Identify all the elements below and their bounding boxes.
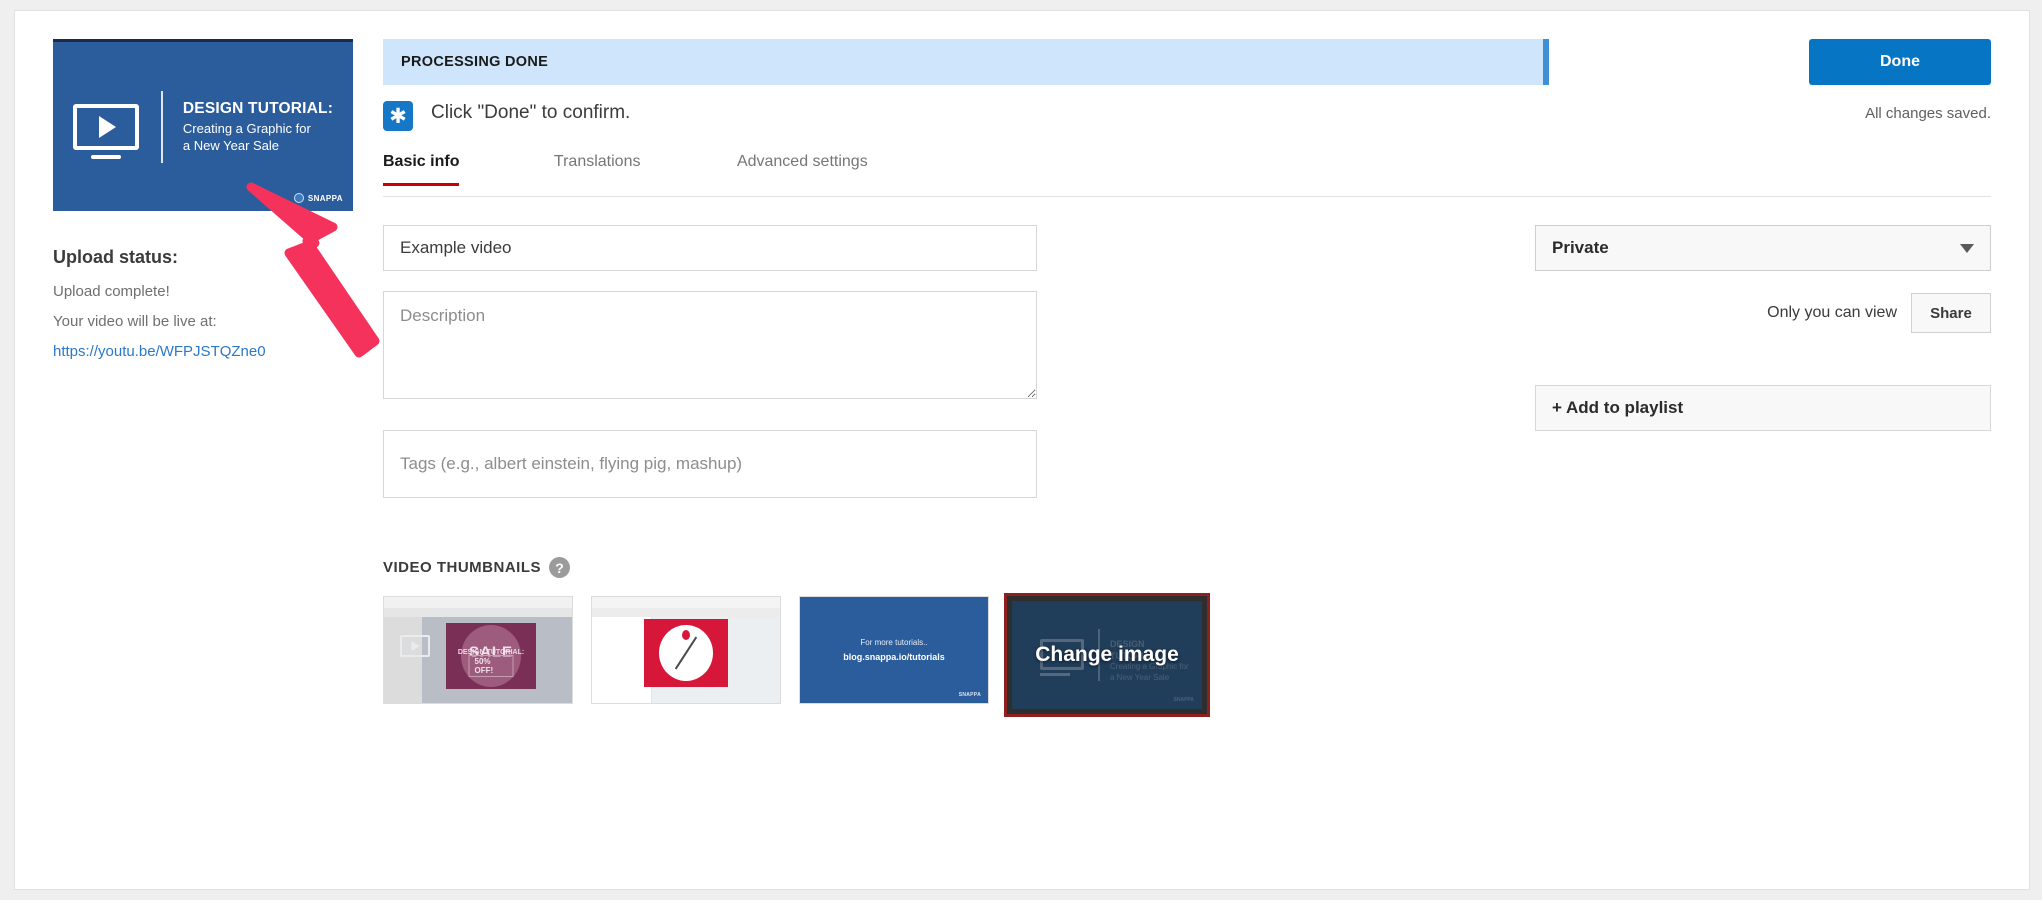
confirm-instruction-text: Click "Done" to confirm. [431,102,631,123]
upload-status-block: Upload status: Upload complete! Your vid… [53,247,353,363]
t1-canvas: DESIGN TUTORIAL: SALE 50% OFF! [446,623,536,689]
t1-off-text: 50% OFF! [468,655,514,677]
t3-snappa-logo: SNAPPA [958,692,981,698]
add-to-playlist-button[interactable]: + Add to playlist [1535,385,1991,431]
t1-toolbar [384,597,572,608]
status-row: PROCESSING DONE Done [383,39,1991,85]
t2-sidebar [592,617,652,703]
video-thumbnails-section: VIDEO THUMBNAILS ? DESIGN TUTORIAL: SALE… [383,557,1210,717]
share-row: Only you can view Share [1535,293,1991,333]
video-title-input[interactable] [383,225,1037,271]
monitor-play-icon [72,103,139,150]
upload-status-value: Upload complete! [53,283,170,300]
preview-subtitle-line2: a New Year Sale [182,137,280,153]
t2-subtoolbar [592,608,780,617]
t1-monitor-icon [400,635,430,657]
t3-line2: blog.snappa.io/tutorials [843,652,945,662]
snappa-logo: SNAPPA [293,193,343,203]
play-triangle-icon [99,115,117,138]
change-image-label[interactable]: Change image [1012,643,1202,667]
tab-translations[interactable]: Translations [538,153,657,185]
status-bar-progress-cap [1543,39,1549,85]
thumbnails-section-label: VIDEO THUMBNAILS [383,559,541,576]
preview-subtitle-line1: Creating a Graphic for [182,121,311,137]
privacy-select-value: Private [1552,238,1609,257]
all-changes-saved-text: All changes saved. [1865,105,1991,122]
snappa-dot-icon [293,193,304,203]
tab-bar: Basic info Translations Advanced setting… [383,153,1991,197]
tab-advanced-settings[interactable]: Advanced settings [721,153,884,185]
t2-dot-shape [682,629,690,640]
t1-sidebar [384,617,422,703]
star-icon: ✱ [383,101,413,131]
privacy-note-text: Only you can view [1767,304,1897,321]
video-description-input[interactable] [383,291,1037,399]
preview-text-block: DESIGN TUTORIAL: Creating a Graphic for … [183,99,333,154]
page-root: DESIGN TUTORIAL: Creating a Graphic for … [0,0,2042,900]
thumbnail-option-3[interactable]: For more tutorials.. blog.snappa.io/tuto… [799,596,989,704]
video-preview-content: DESIGN TUTORIAL: Creating a Graphic for … [53,42,353,211]
chevron-down-icon [1960,243,1974,253]
video-tags-input[interactable] [383,430,1037,498]
thumbnail-option-2[interactable] [591,596,781,704]
thumbnails-strip: DESIGN TUTORIAL: SALE 50% OFF! For more … [383,593,1210,717]
thumbnails-header: VIDEO THUMBNAILS ? [383,557,1207,578]
t3-line1: For more tutorials.. [860,638,928,647]
t1-subtoolbar [384,608,572,617]
t2-red-graphic [644,619,728,687]
snappa-brand-text: SNAPPA [307,193,343,203]
form-right-column: Private Only you can view Share + Add to… [1535,225,1991,431]
video-url-link[interactable]: https://youtu.be/WFPJSTQZne0 [53,341,266,364]
share-button[interactable]: Share [1911,293,1991,333]
form-left-column [383,225,1037,498]
upload-live-at-label: Your video will be live at: [53,313,217,331]
upload-editor-card: DESIGN TUTORIAL: Creating a Graphic for … [14,10,2030,890]
thumbnail-option-1[interactable]: DESIGN TUTORIAL: SALE 50% OFF! [383,596,573,704]
tab-basic-info[interactable]: Basic info [383,153,475,186]
preview-divider [160,90,163,163]
left-column: DESIGN TUTORIAL: Creating a Graphic for … [53,39,353,363]
preview-title: DESIGN TUTORIAL: [182,100,334,118]
confirm-row: ✱ Click "Done" to confirm. All changes s… [383,101,1991,143]
thumbnail-option-4[interactable]: DESIGN TUTORIAL: Creating a Graphic for … [1004,593,1210,717]
done-button[interactable]: Done [1809,39,1991,85]
video-preview-thumbnail[interactable]: DESIGN TUTORIAL: Creating a Graphic for … [53,39,353,211]
t2-toolbar [592,597,780,608]
main-content-area: PROCESSING DONE Done ✱ Click "Done" to c… [383,39,1991,717]
processing-status-text: PROCESSING DONE [401,54,549,70]
privacy-select[interactable]: Private [1535,225,1991,271]
upload-status-label: Upload status: [53,247,179,267]
help-icon[interactable]: ? [549,557,570,578]
processing-status-bar: PROCESSING DONE [383,39,1543,85]
